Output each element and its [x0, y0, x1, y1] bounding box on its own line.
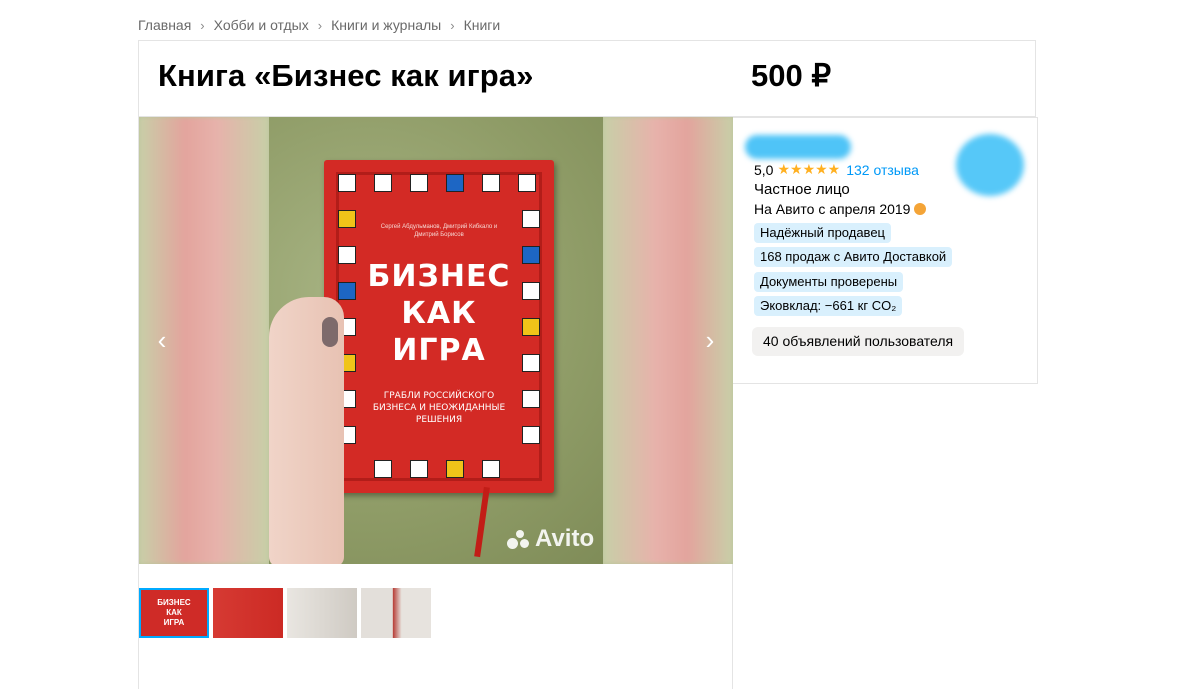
breadcrumb-hobby[interactable]: Хобби и отдых	[214, 17, 309, 33]
medal-icon	[914, 203, 927, 215]
photo-image: Сергей Абдульманов, Дмитрий Кибкало и Дм…	[269, 117, 603, 564]
book-title-line: ИГРА	[392, 333, 486, 368]
seller-card: 5,0 ★★★★★ 132 отзыва Частное лицо На Ави…	[733, 117, 1038, 384]
cover-tile-icon	[522, 390, 540, 408]
book-cover-subtitle: ГРАБЛИ РОССИЙСКОГО БИЗНЕСА И НЕОЖИДАННЫЕ…	[372, 391, 506, 425]
cover-tile-icon	[522, 426, 540, 444]
cover-tile-icon	[338, 282, 356, 300]
main-photo[interactable]: Сергей Абдульманов, Дмитрий Кибкало и Дм…	[139, 117, 733, 564]
thumbnail-3[interactable]	[287, 588, 357, 638]
listing-title: Книга «Бизнес как игра»	[158, 58, 534, 93]
breadcrumb-home[interactable]: Главная	[138, 17, 191, 33]
chevron-right-icon: ›	[317, 17, 323, 33]
cover-tile-icon	[518, 174, 536, 192]
cover-tile-icon	[338, 174, 356, 192]
reviews-link[interactable]: 132 отзыва	[846, 162, 919, 178]
breadcrumb-books[interactable]: Книги	[464, 17, 501, 33]
seller-name-redacted[interactable]	[745, 135, 851, 159]
avito-watermark: Avito	[507, 525, 594, 553]
fingernail-image	[322, 317, 338, 347]
cover-tile-icon	[410, 174, 428, 192]
thumbnail-2[interactable]	[213, 588, 283, 638]
cover-tile-icon	[482, 460, 500, 478]
watermark-text: Avito	[535, 525, 595, 552]
chevron-right-icon: ›	[450, 17, 455, 33]
thumbnail-4[interactable]	[361, 588, 431, 638]
cover-tile-icon	[338, 210, 356, 228]
listing-header: Книга «Бизнес как игра» 500 ₽	[138, 40, 1036, 117]
book-title-line: БИЗНЕС	[367, 259, 511, 294]
seller-since-text: На Авито с апреля 2019	[754, 201, 911, 217]
rating-value: 5,0	[754, 161, 774, 178]
breadcrumb: Главная › Хобби и отдых › Книги и журнал…	[138, 15, 500, 35]
cover-tile-icon	[446, 460, 464, 478]
cover-tile-icon	[446, 174, 464, 192]
cover-tile-icon	[522, 354, 540, 372]
badge-delivery-sales[interactable]: 168 продаж с Авито Доставкой	[754, 247, 953, 267]
badge-reliable-seller[interactable]: Надёжный продавец	[754, 223, 891, 243]
avatar[interactable]	[956, 134, 1024, 196]
photo-gallery: Сергей Абдульманов, Дмитрий Кибкало и Дм…	[138, 117, 733, 689]
star-icon: ★★★★★	[777, 161, 841, 177]
thumbnail-1[interactable]: БИЗНЕС КАК ИГРА	[139, 588, 209, 638]
cover-tile-icon	[522, 282, 540, 300]
user-ads-button[interactable]: 40 объявлений пользователя	[752, 327, 965, 356]
cover-tile-icon	[522, 210, 540, 228]
avito-logo-icon	[507, 528, 531, 550]
thumbnail-strip: БИЗНЕС КАК ИГРА	[139, 588, 431, 638]
listing-price: 500 ₽	[751, 58, 832, 93]
cover-tile-icon	[338, 246, 356, 264]
seller-type: Частное лицо	[754, 181, 850, 198]
thumbnail-title: БИЗНЕС КАК ИГРА	[157, 598, 191, 627]
cover-tile-icon	[374, 174, 392, 192]
book-ribbon	[474, 486, 490, 558]
cover-tile-icon	[522, 318, 540, 336]
book-title-line: КАК	[401, 296, 477, 331]
seller-since: На Авито с апреля 2019	[754, 201, 927, 217]
badge-eco-contribution[interactable]: Эковклад: −661 кг CO₂	[754, 296, 903, 316]
book-authors: Сергей Абдульманов, Дмитрий Кибкало и Дм…	[380, 224, 498, 238]
cover-tile-icon	[410, 460, 428, 478]
breadcrumb-books-magazines[interactable]: Книги и журналы	[331, 17, 441, 33]
book-cover: Сергей Абдульманов, Дмитрий Кибкало и Дм…	[324, 160, 554, 493]
cover-tile-icon	[522, 246, 540, 264]
prev-photo-button[interactable]: ‹	[147, 325, 177, 355]
book-cover-title: БИЗНЕС КАК ИГРА	[364, 258, 514, 369]
next-photo-button[interactable]: ›	[695, 325, 725, 355]
badge-documents-verified[interactable]: Документы проверены	[754, 272, 904, 292]
seller-rating: 5,0 ★★★★★ 132 отзыва	[754, 161, 919, 178]
chevron-right-icon: ›	[200, 17, 205, 33]
cover-tile-icon	[482, 174, 500, 192]
cover-tile-icon	[374, 460, 392, 478]
